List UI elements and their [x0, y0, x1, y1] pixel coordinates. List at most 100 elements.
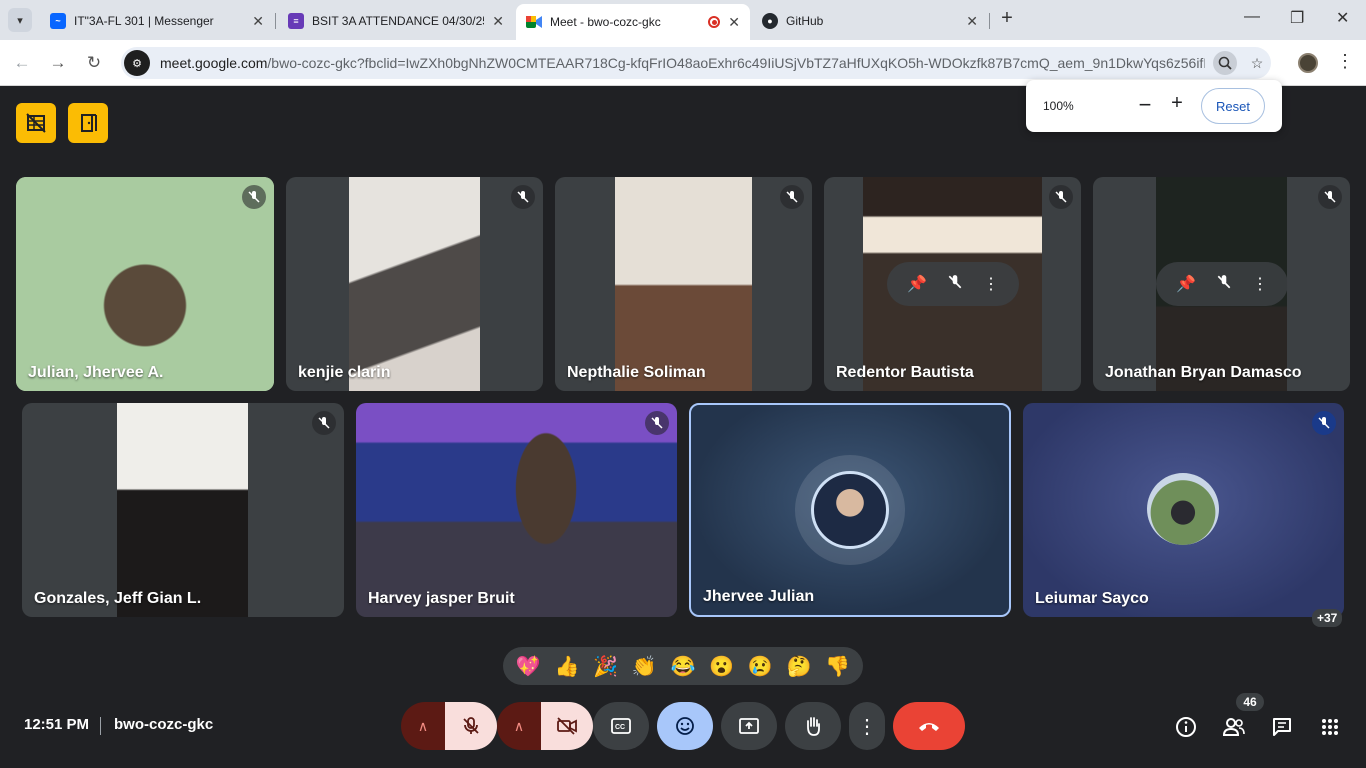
more-participants-badge[interactable]: +37	[1312, 609, 1343, 627]
zoom-reset-button[interactable]: Reset	[1201, 88, 1265, 124]
camera-toggle-button[interactable]	[541, 702, 593, 750]
participant-tile[interactable]: Nepthalie Soliman	[555, 177, 812, 391]
mic-toggle-button[interactable]	[445, 702, 497, 750]
pin-icon[interactable]: 📌	[1176, 274, 1196, 294]
messenger-icon: ~	[50, 13, 66, 29]
participant-tile[interactable]: Leiumar Sayco	[1023, 403, 1344, 617]
grid-off-icon	[26, 113, 46, 133]
address-bar[interactable]: ⚙ meet.google.com/bwo-cozc-gkc?fbclid=Iw…	[121, 47, 1271, 79]
camera-off-icon	[557, 717, 577, 735]
participant-name: Harvey jasper Bruit	[368, 590, 515, 607]
participant-tile[interactable]: Harvey jasper Bruit	[356, 403, 677, 617]
tile-hover-controls: 📌 ⋮	[1156, 262, 1288, 306]
reaction-party-popper[interactable]: 🎉	[590, 654, 622, 679]
participant-tile-self[interactable]: Jhervee Julian	[689, 403, 1011, 617]
raise-hand-button[interactable]	[785, 702, 841, 750]
url-host: meet.google.com	[160, 55, 268, 71]
tab-title: Meet - bwo-cozc-gkc	[550, 15, 661, 29]
reactions-button[interactable]	[657, 702, 713, 750]
tab-meet[interactable]: Meet - bwo-cozc-gkc ✕	[516, 4, 750, 40]
minimize-button[interactable]: —	[1244, 8, 1260, 26]
extension-leave-button[interactable]	[68, 103, 108, 143]
mic-off-icon	[1312, 411, 1336, 435]
tab-github[interactable]: ● GitHub ✕	[752, 6, 988, 36]
tab-attendance-form[interactable]: ≡ BSIT 3A ATTENDANCE 04/30/25 ✕	[278, 6, 514, 36]
extension-grid-off-button[interactable]	[16, 103, 56, 143]
more-options-button[interactable]: ⋮	[849, 702, 885, 750]
bookmark-star-icon[interactable]: ☆	[1245, 51, 1269, 75]
reaction-thumbs-up[interactable]: 👍	[551, 654, 583, 679]
svg-text:CC: CC	[615, 724, 625, 731]
meeting-clock: 12:51 PM	[24, 716, 90, 733]
zoom-in-button[interactable]: +	[1169, 92, 1185, 115]
mic-options-chevron-icon[interactable]: ∧	[401, 702, 445, 750]
reaction-thumbs-down[interactable]: 👎	[822, 654, 854, 679]
reaction-clapping[interactable]: 👏	[628, 654, 660, 679]
restore-button[interactable]: ❐	[1290, 8, 1304, 28]
zoom-out-button[interactable]: −	[1137, 92, 1153, 118]
site-info-icon[interactable]: ⚙	[124, 50, 150, 76]
close-icon[interactable]: ✕	[728, 14, 740, 31]
participant-tile[interactable]: 📌 ⋮ Jonathan Bryan Damasco	[1093, 177, 1350, 391]
reaction-surprised[interactable]: 😮	[706, 654, 738, 679]
back-button[interactable]: ←	[10, 51, 34, 75]
forward-button[interactable]: →	[46, 51, 70, 75]
tab-title: IT"3A-FL 301 | Messenger	[74, 14, 214, 28]
people-count-badge: 46	[1236, 693, 1264, 711]
mic-off-icon[interactable]	[947, 274, 963, 295]
close-icon[interactable]: ✕	[492, 13, 504, 30]
mic-control: ∧	[401, 702, 497, 750]
participant-tile[interactable]: kenjie clarin	[286, 177, 543, 391]
participant-tile[interactable]: Julian, Jhervee A.	[16, 177, 274, 391]
hang-up-icon	[919, 723, 939, 731]
participant-video	[615, 177, 752, 391]
reaction-crying[interactable]: 😢	[744, 654, 776, 679]
reload-button[interactable]: ↻	[82, 51, 106, 75]
close-icon[interactable]: ✕	[966, 13, 978, 30]
browser-menu-icon[interactable]: ⋮	[1336, 51, 1354, 72]
participant-name: kenjie clarin	[298, 364, 391, 381]
profile-avatar[interactable]	[1298, 53, 1318, 73]
mic-off-icon	[645, 411, 669, 435]
reaction-laughing[interactable]: 😂	[667, 654, 699, 679]
tile-hover-controls: 📌 ⋮	[887, 262, 1019, 306]
participant-name: Jhervee Julian	[703, 588, 815, 605]
more-options-icon[interactable]: ⋮	[983, 274, 999, 294]
camera-control: ∧	[497, 702, 593, 750]
participant-tile[interactable]: 📌 ⋮ Redentor Bautista	[824, 177, 1081, 391]
meeting-code[interactable]: bwo-cozc-gkc	[114, 716, 213, 733]
url-text[interactable]: meet.google.com/bwo-cozc-gkc?fbclid=IwZX…	[160, 55, 1205, 71]
more-options-icon[interactable]: ⋮	[1252, 274, 1268, 294]
mic-off-icon	[511, 185, 535, 209]
tab-messenger[interactable]: ~ IT"3A-FL 301 | Messenger ✕	[40, 6, 274, 36]
tab-divider	[989, 13, 990, 29]
mic-off-icon[interactable]	[1216, 274, 1232, 295]
meeting-details-button[interactable]	[1174, 715, 1198, 739]
leave-call-button[interactable]	[893, 702, 965, 750]
tab-search-button[interactable]: ▾	[8, 8, 32, 32]
participant-name: Julian, Jhervee A.	[28, 364, 164, 381]
participant-video	[117, 403, 248, 617]
meet-icon	[526, 14, 542, 30]
browser-tabstrip: ▾ ~ IT"3A-FL 301 | Messenger ✕ ≡ BSIT 3A…	[0, 0, 1366, 40]
people-button[interactable]	[1222, 715, 1246, 739]
camera-options-chevron-icon[interactable]: ∧	[497, 702, 541, 750]
participant-tile[interactable]: Gonzales, Jeff Gian L.	[22, 403, 344, 617]
tab-divider	[275, 13, 276, 29]
zoom-popup: 100% − + Reset	[1026, 80, 1282, 132]
reaction-thinking[interactable]: 🤔	[783, 654, 815, 679]
close-window-button[interactable]: ✕	[1336, 8, 1349, 28]
present-screen-button[interactable]	[721, 702, 777, 750]
captions-button[interactable]: CC	[593, 702, 649, 750]
reactions-bar: 💖 👍 🎉 👏 😂 😮 😢 🤔 👎	[503, 647, 863, 685]
pin-icon[interactable]: 📌	[907, 274, 927, 294]
mic-off-icon	[1049, 185, 1073, 209]
reaction-sparkling-heart[interactable]: 💖	[512, 654, 544, 679]
new-tab-button[interactable]: +	[996, 8, 1018, 30]
participant-name: Redentor Bautista	[836, 364, 974, 381]
activities-button[interactable]	[1318, 715, 1342, 739]
close-icon[interactable]: ✕	[252, 13, 264, 30]
raise-hand-icon	[807, 717, 820, 736]
chat-button[interactable]	[1270, 715, 1294, 739]
zoom-icon[interactable]	[1213, 51, 1237, 75]
